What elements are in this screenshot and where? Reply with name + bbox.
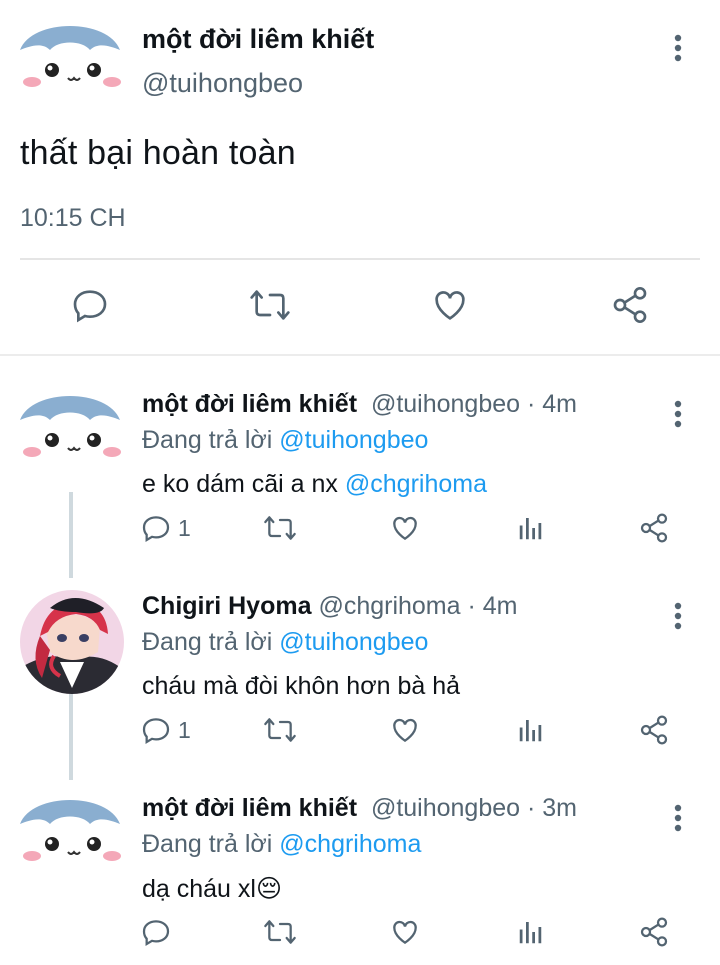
reply-tweet: Chigiri Hyoma @chgrihoma · 4m Đang trả l… xyxy=(0,564,720,764)
replying-to: Đang trả lời @tuihongbeo xyxy=(142,628,428,657)
reply-tweet: một đời liêm khiết @tuihongbeo · 4m Đang… xyxy=(0,362,720,562)
tweet-text: dạ cháu xl😔 xyxy=(142,874,282,904)
more-options-icon[interactable] xyxy=(666,394,690,434)
tweet-actions: 1 xyxy=(140,712,680,752)
avatar[interactable] xyxy=(18,12,122,102)
replying-to-link[interactable]: @tuihongbeo xyxy=(279,426,428,454)
retweet-icon[interactable] xyxy=(262,510,298,546)
tweet-actions xyxy=(0,282,720,332)
avatar[interactable] xyxy=(18,786,122,876)
tweet-age: · 4m xyxy=(467,592,518,620)
replying-to: Đang trả lời @chgrihoma xyxy=(142,830,421,859)
share-icon[interactable] xyxy=(638,510,670,546)
analytics-icon[interactable] xyxy=(516,712,546,748)
replying-to-link[interactable]: @chgrihoma xyxy=(279,830,421,858)
user-handle[interactable]: @chgrihoma xyxy=(318,592,460,620)
replying-label: Đang trả lời xyxy=(142,426,273,454)
tweet-age: · 4m xyxy=(527,390,577,418)
display-name[interactable]: một đời liêm khiết xyxy=(142,24,374,55)
display-name[interactable]: một đời liêm khiết xyxy=(142,390,357,418)
reply-icon xyxy=(142,920,170,947)
user-handle[interactable]: @tuihongbeo xyxy=(142,68,303,99)
more-options-icon[interactable] xyxy=(666,798,690,838)
retweet-icon[interactable] xyxy=(262,914,298,950)
analytics-icon[interactable] xyxy=(516,510,546,546)
reply-button[interactable] xyxy=(140,914,178,950)
reply-header: một đời liêm khiết @tuihongbeo · 4m xyxy=(142,390,577,419)
user-handle[interactable]: @tuihongbeo xyxy=(371,390,520,418)
avatar[interactable] xyxy=(18,382,122,472)
mention-link[interactable]: @chgrihoma xyxy=(345,470,487,498)
display-name[interactable]: một đời liêm khiết xyxy=(142,794,357,822)
retweet-icon[interactable] xyxy=(262,712,298,748)
reply-header: một đời liêm khiết @tuihongbeo · 3m xyxy=(142,794,577,823)
section-divider xyxy=(0,354,720,356)
avatar[interactable] xyxy=(20,590,124,694)
reply-tweet: một đời liêm khiết @tuihongbeo · 3m Đang… xyxy=(0,766,720,965)
user-handle[interactable]: @tuihongbeo xyxy=(371,794,520,822)
more-options-icon[interactable] xyxy=(666,28,690,68)
like-icon[interactable] xyxy=(388,712,422,748)
pensive-emoji: 😔 xyxy=(255,875,283,903)
replying-label: Đang trả lời xyxy=(142,830,273,858)
reply-button[interactable]: 1 xyxy=(140,712,191,748)
more-options-icon[interactable] xyxy=(666,596,690,636)
reply-header: Chigiri Hyoma @chgrihoma · 4m xyxy=(142,592,518,621)
share-icon[interactable] xyxy=(607,282,653,328)
retweet-icon[interactable] xyxy=(247,282,293,328)
tweet-text: thất bại hoàn toàn xyxy=(20,134,296,172)
tweet-text: cháu mà đòi khôn hơn bà hả xyxy=(142,672,461,700)
reply-count: 1 xyxy=(178,514,191,541)
share-icon[interactable] xyxy=(638,712,670,748)
like-icon[interactable] xyxy=(427,282,473,328)
share-icon[interactable] xyxy=(638,914,670,950)
analytics-icon[interactable] xyxy=(516,914,546,950)
reply-icon xyxy=(142,718,170,745)
main-tweet: một đời liêm khiết @tuihongbeo thất bại … xyxy=(0,0,720,355)
tweet-actions xyxy=(140,914,680,954)
reply-icon xyxy=(142,516,170,543)
reply-icon[interactable] xyxy=(67,282,113,328)
tweet-text: e ko dám cãi a nx @chgrihoma xyxy=(142,470,487,499)
divider xyxy=(20,258,700,260)
replying-to-link[interactable]: @tuihongbeo xyxy=(279,628,428,656)
like-icon[interactable] xyxy=(388,914,422,950)
replying-to: Đang trả lời @tuihongbeo xyxy=(142,426,428,455)
tweet-text-body: e ko dám cãi a nx xyxy=(142,470,338,498)
tweet-age: · 3m xyxy=(527,794,577,822)
tweet-text-body: dạ cháu xl xyxy=(142,875,256,903)
replying-label: Đang trả lời xyxy=(142,628,273,656)
tweet-actions: 1 xyxy=(140,510,680,550)
reply-button[interactable]: 1 xyxy=(140,510,191,546)
tweet-timestamp[interactable]: 10:15 CH xyxy=(20,204,126,233)
like-icon[interactable] xyxy=(388,510,422,546)
display-name[interactable]: Chigiri Hyoma xyxy=(142,592,311,620)
reply-count: 1 xyxy=(178,716,191,743)
